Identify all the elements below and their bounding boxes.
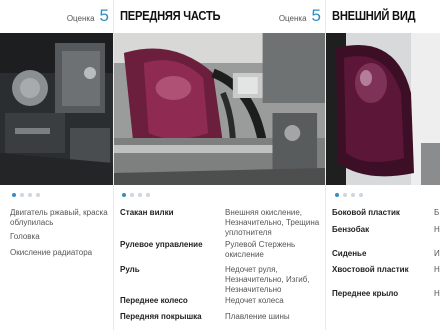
carousel-dot[interactable] (28, 193, 32, 197)
carousel-dot[interactable] (20, 193, 24, 197)
spec-label: Переднее колесо (120, 296, 188, 305)
engine-score-label: Оценка (66, 14, 95, 23)
spec-label: Стакан вилки (120, 208, 174, 217)
engine-score-value: 5 (99, 6, 109, 25)
front-section-title: ПЕРЕДНЯЯ ЧАСТЬ (120, 8, 221, 23)
spec-value: И (434, 249, 440, 258)
spec-label: Боковой пластик (332, 208, 400, 217)
spec-label: Бензобак (332, 225, 370, 234)
front-section-score-label: Оценка (278, 14, 307, 23)
carousel-dot[interactable] (130, 193, 134, 197)
spec-value: Н (434, 289, 440, 298)
spec-value: Рулевой Стержень окисление (225, 240, 296, 259)
carousel-dot[interactable] (343, 193, 347, 197)
carousel-dot[interactable] (12, 193, 16, 197)
exterior-photo[interactable] (326, 33, 440, 185)
engine-card: Оценка 5 Двигатель ржавый, краска облупи… (0, 0, 113, 330)
spec-label: Передняя покрышка (120, 312, 202, 321)
spec-label: Руль (120, 265, 140, 274)
spec-value: Окисление радиатора (10, 248, 93, 257)
engine-card-header: Оценка 5 (0, 0, 113, 33)
spec-label: Рулевое управление (120, 240, 203, 249)
exterior-card: ВНЕШНИЙ ВИД Боковой пластик Б Бензобак Н… (326, 0, 440, 330)
spec-label: Хвостовой пластик (332, 265, 409, 274)
engine-photo[interactable] (0, 33, 113, 185)
exterior-header: ВНЕШНИЙ ВИД (326, 0, 440, 33)
carousel-dot[interactable] (36, 193, 40, 197)
spec-value: Двигатель ржавый, краска облупилась (10, 208, 108, 227)
exterior-title: ВНЕШНИЙ ВИД (332, 8, 416, 23)
exterior-carousel-dots (335, 193, 363, 197)
engine-carousel-dots (12, 193, 40, 197)
carousel-dot[interactable] (122, 193, 126, 197)
spec-value: Недочет колеса (225, 296, 284, 305)
spec-value: Н (434, 225, 440, 234)
spec-label: Сиденье (332, 249, 367, 258)
spec-value: Недочет руля, Незначительно, Изгиб, Незн… (225, 265, 310, 294)
front-section-card: ПЕРЕДНЯЯ ЧАСТЬ Оценка 5 Стакан вилки Вне… (113, 0, 326, 330)
carousel-dot[interactable] (351, 193, 355, 197)
front-section-header: ПЕРЕДНЯЯ ЧАСТЬ Оценка 5 (114, 0, 325, 33)
spec-value: Плавление шины (225, 312, 290, 321)
spec-label: Переднее крыло (332, 289, 399, 298)
front-section-carousel-dots (122, 193, 150, 197)
front-section-score-value: 5 (311, 6, 321, 25)
carousel-dot[interactable] (359, 193, 363, 197)
front-section-score: Оценка 5 (279, 6, 321, 26)
front-section-photo[interactable] (114, 33, 325, 185)
carousel-dot[interactable] (146, 193, 150, 197)
carousel-dot[interactable] (138, 193, 142, 197)
spec-value: Б (434, 208, 440, 217)
engine-score: Оценка 5 (67, 6, 109, 26)
spec-value: Внешняя окисление, Незначительно, Трещин… (225, 208, 320, 237)
spec-value: Головка (10, 232, 40, 241)
spec-value: Н (434, 265, 440, 274)
carousel-dot[interactable] (335, 193, 339, 197)
